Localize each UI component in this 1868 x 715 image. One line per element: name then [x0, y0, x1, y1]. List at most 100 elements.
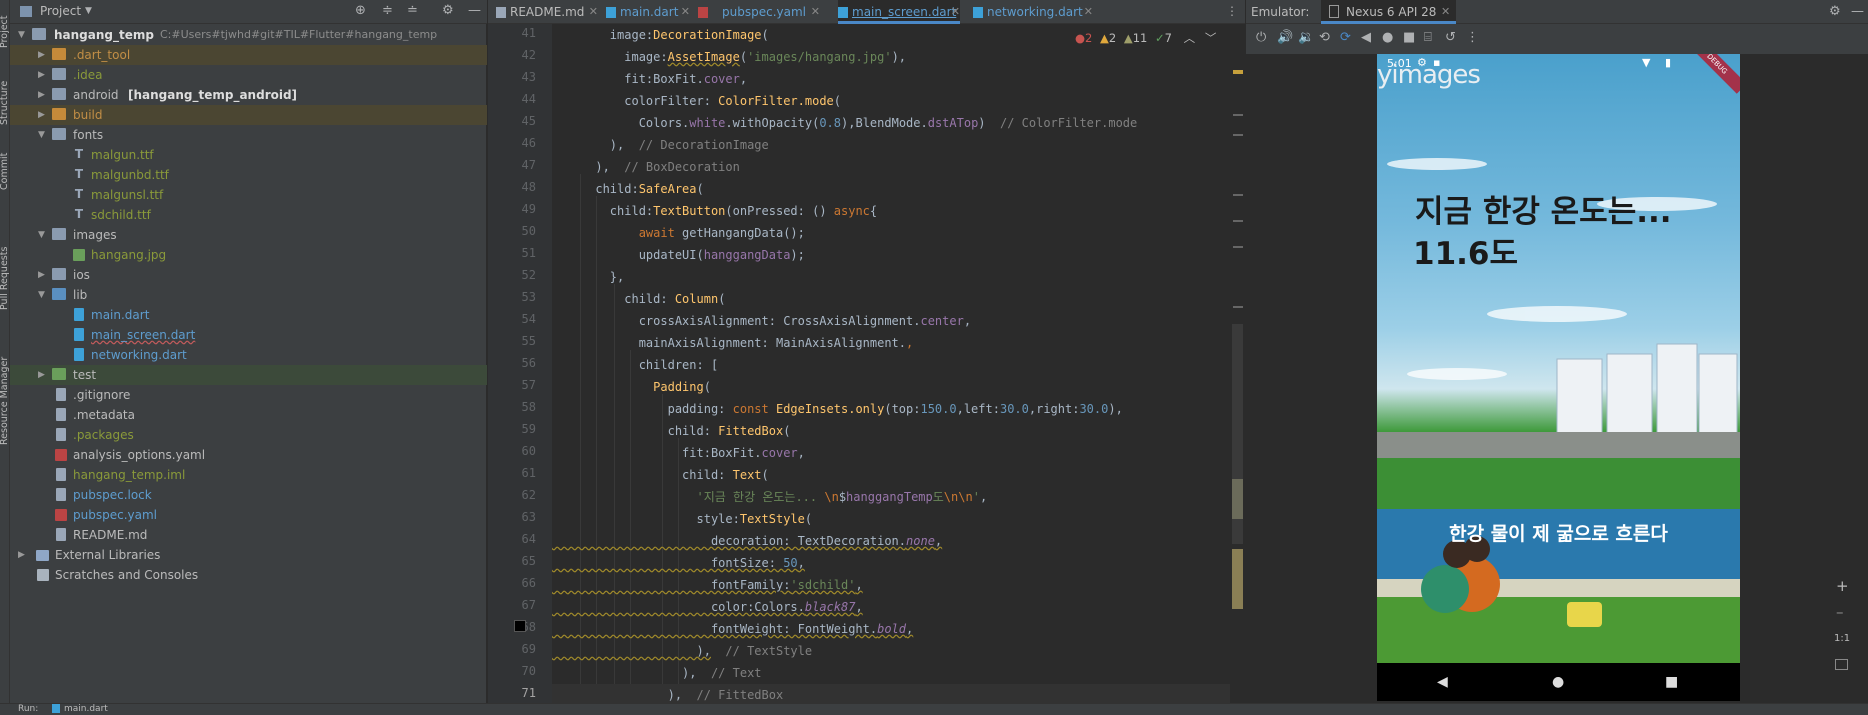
tree-item-android[interactable]: ▶ android [hangang_temp_android] — [10, 85, 487, 105]
tree-root[interactable]: ▼ hangang_temp C:#Users#tjwhd#git#TIL#Fl… — [10, 25, 487, 45]
back-icon[interactable]: ◀ — [1361, 30, 1371, 45]
device-screen[interactable]: 5:01 ⚙ ▪ ▼ ▮ DEBUG yimages 지금 한강 온도는... … — [1377, 54, 1740, 701]
tab-main-screen-dart[interactable]: main_screen.dart ✕ — [838, 0, 960, 24]
gear-icon[interactable]: ⚙ — [442, 3, 454, 18]
expand-icon[interactable]: ≐ — [407, 3, 418, 18]
chevron-down-icon[interactable]: ▼ — [38, 285, 45, 305]
home-icon[interactable]: ● — [1382, 30, 1393, 45]
project-view-selector[interactable]: Project — [40, 4, 81, 18]
color-swatch-icon[interactable] — [514, 620, 526, 632]
gear-icon[interactable]: ⚙ — [1829, 4, 1841, 19]
crosshair-icon[interactable]: ⊕ — [355, 3, 366, 18]
tree-item-malgun[interactable]: Tmalgun.ttf — [10, 145, 487, 165]
overview-icon[interactable]: ■ — [1403, 30, 1415, 45]
close-icon[interactable]: ✕ — [1084, 0, 1093, 24]
close-icon[interactable]: ✕ — [1441, 5, 1450, 18]
file-icon — [56, 528, 66, 541]
rotate-right-icon[interactable]: ⟳ — [1340, 30, 1351, 45]
tree-item-images[interactable]: ▼ images — [10, 225, 487, 245]
tree-item-fonts[interactable]: ▼ fonts — [10, 125, 487, 145]
tab-networking-dart[interactable]: networking.dart ✕ — [973, 0, 1093, 24]
tree-item-malgunbd[interactable]: Tmalgunbd.ttf — [10, 165, 487, 185]
chevron-right-icon[interactable]: ▶ — [38, 365, 45, 385]
more-icon[interactable]: ⋮ — [1466, 30, 1479, 45]
commit-tool-button[interactable]: Commit — [0, 153, 10, 190]
close-icon[interactable]: ✕ — [589, 0, 598, 24]
tree-item-hangang-jpg[interactable]: hangang.jpg — [10, 245, 487, 265]
tree-item-label: .idea — [73, 68, 103, 82]
warning-count: 2 — [1108, 31, 1117, 45]
weak-warning-icon: ▲ — [1123, 31, 1133, 45]
tree-item-pubspec-lock[interactable]: pubspec.lock — [10, 485, 487, 505]
fit-screen-icon[interactable] — [1835, 659, 1848, 670]
resource-manager-tool-button[interactable]: Resource Manager — [0, 357, 10, 445]
code-editor[interactable]: image:DecorationImage( image:AssetImage(… — [552, 24, 1245, 703]
rotate-left-icon[interactable]: ⟲ — [1319, 30, 1330, 45]
power-icon[interactable]: ⏻ — [1256, 30, 1266, 45]
tree-item-build[interactable]: ▶ build — [10, 105, 487, 125]
tab-pubspec-yaml[interactable]: pubspec.yaml ✕ — [698, 0, 820, 24]
tab-readme[interactable]: README.md ✕ — [496, 0, 598, 24]
collapse-icon[interactable]: ≑ — [382, 3, 393, 18]
tree-item-main-screen-dart[interactable]: main_screen.dart — [10, 325, 487, 345]
pull-requests-tool-button[interactable]: Pull Requests — [0, 247, 10, 310]
chevron-down-icon[interactable]: ﹀ — [1205, 31, 1217, 45]
close-icon[interactable]: ✕ — [811, 0, 820, 24]
close-icon[interactable]: ✕ — [681, 0, 690, 24]
structure-tool-button[interactable]: Structure — [0, 81, 10, 125]
tree-item-test[interactable]: ▶ test — [10, 365, 487, 385]
tree-item-metadata[interactable]: .metadata — [10, 405, 487, 425]
chevron-up-icon[interactable]: ︿ — [1184, 31, 1196, 45]
tree-item-networking-dart[interactable]: networking.dart — [10, 345, 487, 365]
chevron-right-icon[interactable]: ▶ — [38, 265, 45, 285]
chevron-down-icon[interactable]: ▼ — [18, 25, 25, 45]
zoom-in-button[interactable]: + — [1836, 577, 1849, 595]
home-icon[interactable]: ● — [1552, 674, 1564, 690]
chevron-right-icon[interactable]: ▶ — [38, 45, 45, 65]
tree-item-lib[interactable]: ▼ lib — [10, 285, 487, 305]
tree-item-gitignore[interactable]: .gitignore — [10, 385, 487, 405]
replay-icon[interactable]: ↺ — [1445, 30, 1456, 45]
tree-item-analysis-options[interactable]: analysis_options.yaml — [10, 445, 487, 465]
chevron-down-icon[interactable]: ▼ — [38, 225, 45, 245]
chevron-down-icon[interactable]: ▼ — [38, 125, 45, 145]
more-tabs-icon[interactable]: ⋮ — [1226, 4, 1238, 18]
tree-item-malgunsl[interactable]: Tmalgunsl.ttf — [10, 185, 487, 205]
chevron-right-icon[interactable]: ▶ — [38, 65, 45, 85]
close-icon[interactable]: ✕ — [951, 0, 960, 24]
chevron-right-icon[interactable]: ▶ — [18, 545, 25, 565]
minimize-icon[interactable]: — — [1851, 4, 1864, 19]
tree-item-idea[interactable]: ▶ .idea — [10, 65, 487, 85]
chevron-right-icon[interactable]: ▶ — [38, 105, 45, 125]
tree-item-dart-tool[interactable]: ▶ .dart_tool — [10, 45, 487, 65]
zoom-out-button[interactable]: – — [1836, 603, 1844, 621]
chevron-right-icon[interactable]: ▶ — [38, 85, 45, 105]
project-tool-button[interactable]: Project — [0, 15, 10, 48]
run-config-tab[interactable]: main.dart — [64, 704, 108, 714]
volume-up-icon[interactable]: 🔊 — [1277, 30, 1293, 45]
tree-item-packages[interactable]: .packages — [10, 425, 487, 445]
run-label: Run: — [18, 704, 39, 714]
tree-item-label: .gitignore — [73, 388, 131, 402]
line-number: 69 — [521, 642, 536, 656]
tab-main-dart[interactable]: main.dart ✕ — [606, 0, 690, 24]
tree-item-readme[interactable]: README.md — [10, 525, 487, 545]
back-icon[interactable]: ◀ — [1437, 674, 1448, 690]
volume-down-icon[interactable]: 🔉 — [1298, 30, 1314, 45]
tree-item-ios[interactable]: ▶ ios — [10, 265, 487, 285]
tree-item-external-libraries[interactable]: ▶ External Libraries — [10, 545, 487, 565]
tab-emulator-device[interactable]: Nexus 6 API 28 ✕ — [1321, 0, 1456, 24]
tree-item-sdchild[interactable]: Tsdchild.ttf — [10, 205, 487, 225]
camera-icon[interactable]: ⌸ — [1424, 30, 1432, 45]
tree-item-scratches[interactable]: Scratches and Consoles — [10, 565, 487, 585]
overview-icon[interactable]: ■ — [1665, 674, 1678, 690]
inspection-widget[interactable]: ●2 ▲2 ▲11 ✓7 ︿ ﹀ — [1075, 30, 1235, 48]
chevron-down-icon[interactable]: ▼ — [85, 6, 92, 16]
tree-item-pubspec-yaml[interactable]: pubspec.yaml — [10, 505, 487, 525]
zoom-actual-button[interactable]: 1:1 — [1834, 633, 1850, 644]
tree-item-main-dart[interactable]: main.dart — [10, 305, 487, 325]
ide-window: Project Structure Commit Pull Requests R… — [0, 0, 1868, 715]
tree-item-iml[interactable]: hangang_temp.iml — [10, 465, 487, 485]
editor-scrollbar[interactable] — [1230, 24, 1245, 703]
minimize-icon[interactable]: — — [468, 3, 481, 18]
